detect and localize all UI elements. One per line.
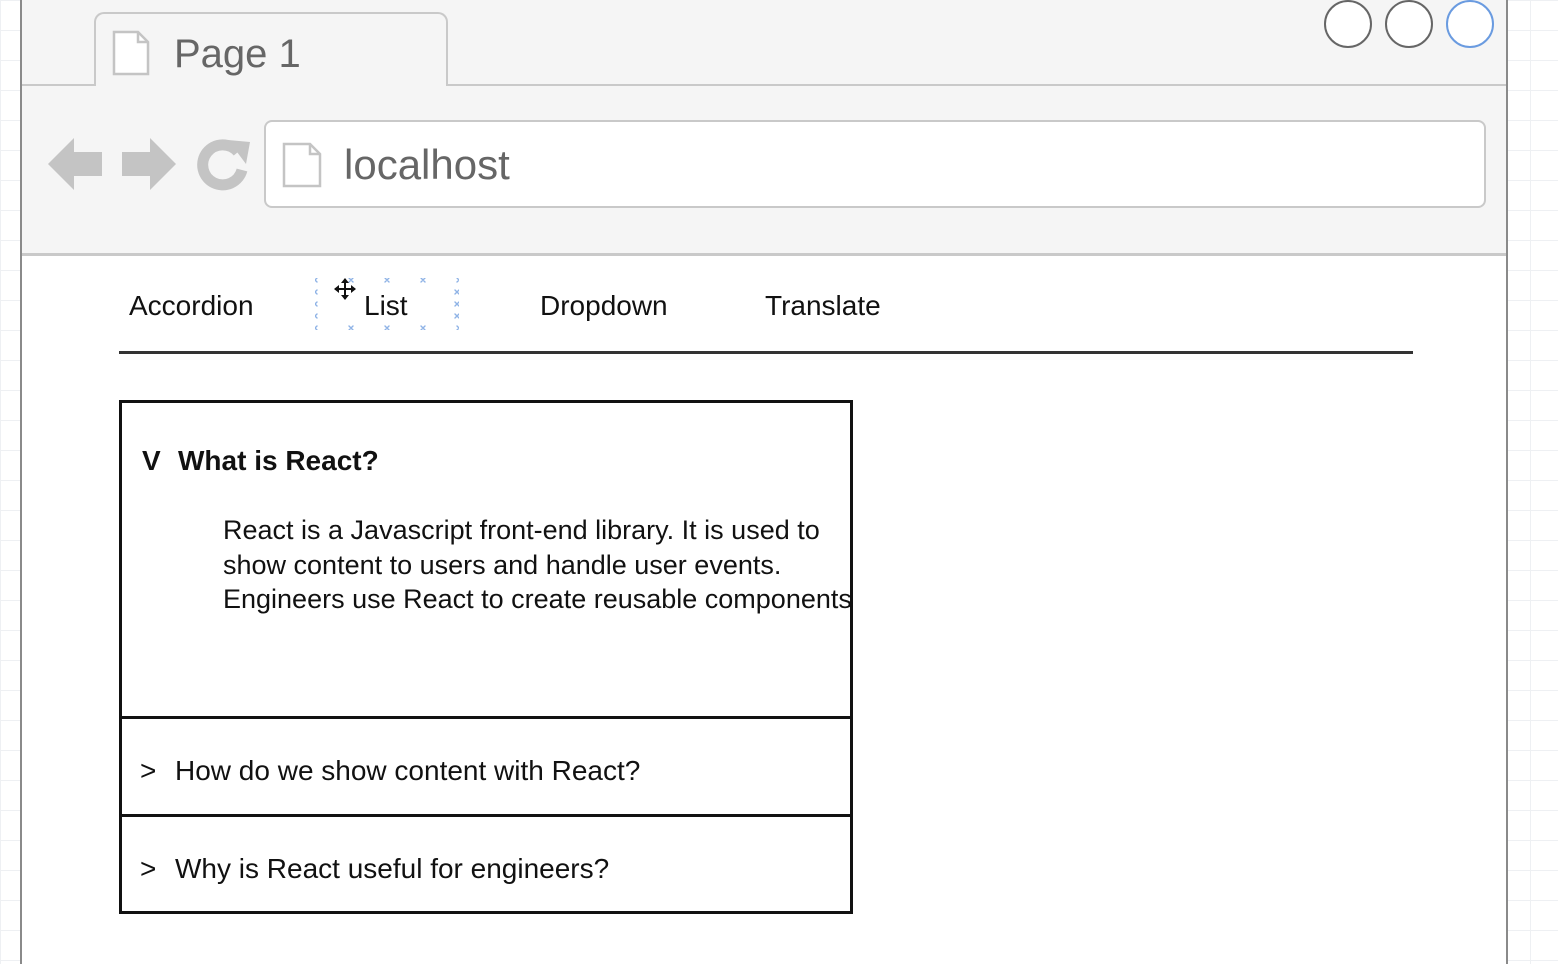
menu-item-dropdown[interactable]: Dropdown xyxy=(540,290,668,322)
arrow-left-icon[interactable] xyxy=(46,134,104,194)
accordion-title[interactable]: What is React? xyxy=(178,445,379,477)
menu-item-accordion[interactable]: Accordion xyxy=(129,290,254,322)
accordion: V What is React? React is a Javascript f… xyxy=(119,400,853,914)
page-icon xyxy=(112,30,150,76)
accordion-item[interactable]: V What is React? React is a Javascript f… xyxy=(122,403,853,719)
maximize-circle-icon[interactable] xyxy=(1385,0,1433,48)
close-circle-icon[interactable] xyxy=(1446,0,1494,48)
accordion-title[interactable]: How do we show content with React? xyxy=(175,755,640,787)
collapse-chevron-icon[interactable]: > xyxy=(140,755,156,787)
browser-tab[interactable]: Page 1 xyxy=(94,12,448,88)
route-menu: Accordion List Dropdown Translate xyxy=(119,270,1413,354)
accordion-content-paragraph: React is a Javascript front-end library.… xyxy=(223,515,820,580)
accordion-title[interactable]: Why is React useful for engineers? xyxy=(175,853,609,885)
browser-window: Page 1 localhost Accordion List Dropdown… xyxy=(20,0,1508,964)
arrow-right-icon[interactable] xyxy=(120,134,178,194)
accordion-content-paragraph: Engineers use React to create reusable c… xyxy=(223,584,852,614)
address-bar[interactable]: localhost xyxy=(264,120,1486,208)
accordion-content: React is a Javascript front-end library.… xyxy=(223,513,853,617)
minimize-circle-icon[interactable] xyxy=(1324,0,1372,48)
tab-title: Page 1 xyxy=(174,32,301,76)
move-cursor-icon xyxy=(334,278,356,300)
accordion-item[interactable]: > How do we show content with React? xyxy=(122,719,850,817)
menu-item-translate[interactable]: Translate xyxy=(765,290,881,322)
canvas: Page 1 localhost Accordion List Dropdown… xyxy=(0,0,1558,964)
collapse-chevron-icon[interactable]: > xyxy=(140,853,156,885)
reload-icon[interactable] xyxy=(194,134,252,194)
expand-chevron-icon[interactable]: V xyxy=(142,445,161,477)
navigation-bar: localhost xyxy=(22,86,1506,256)
accordion-item[interactable]: > Why is React useful for engineers? xyxy=(122,817,850,915)
tab-strip: Page 1 xyxy=(22,0,1506,88)
url-text[interactable]: localhost xyxy=(344,142,510,188)
page-icon xyxy=(282,142,322,188)
